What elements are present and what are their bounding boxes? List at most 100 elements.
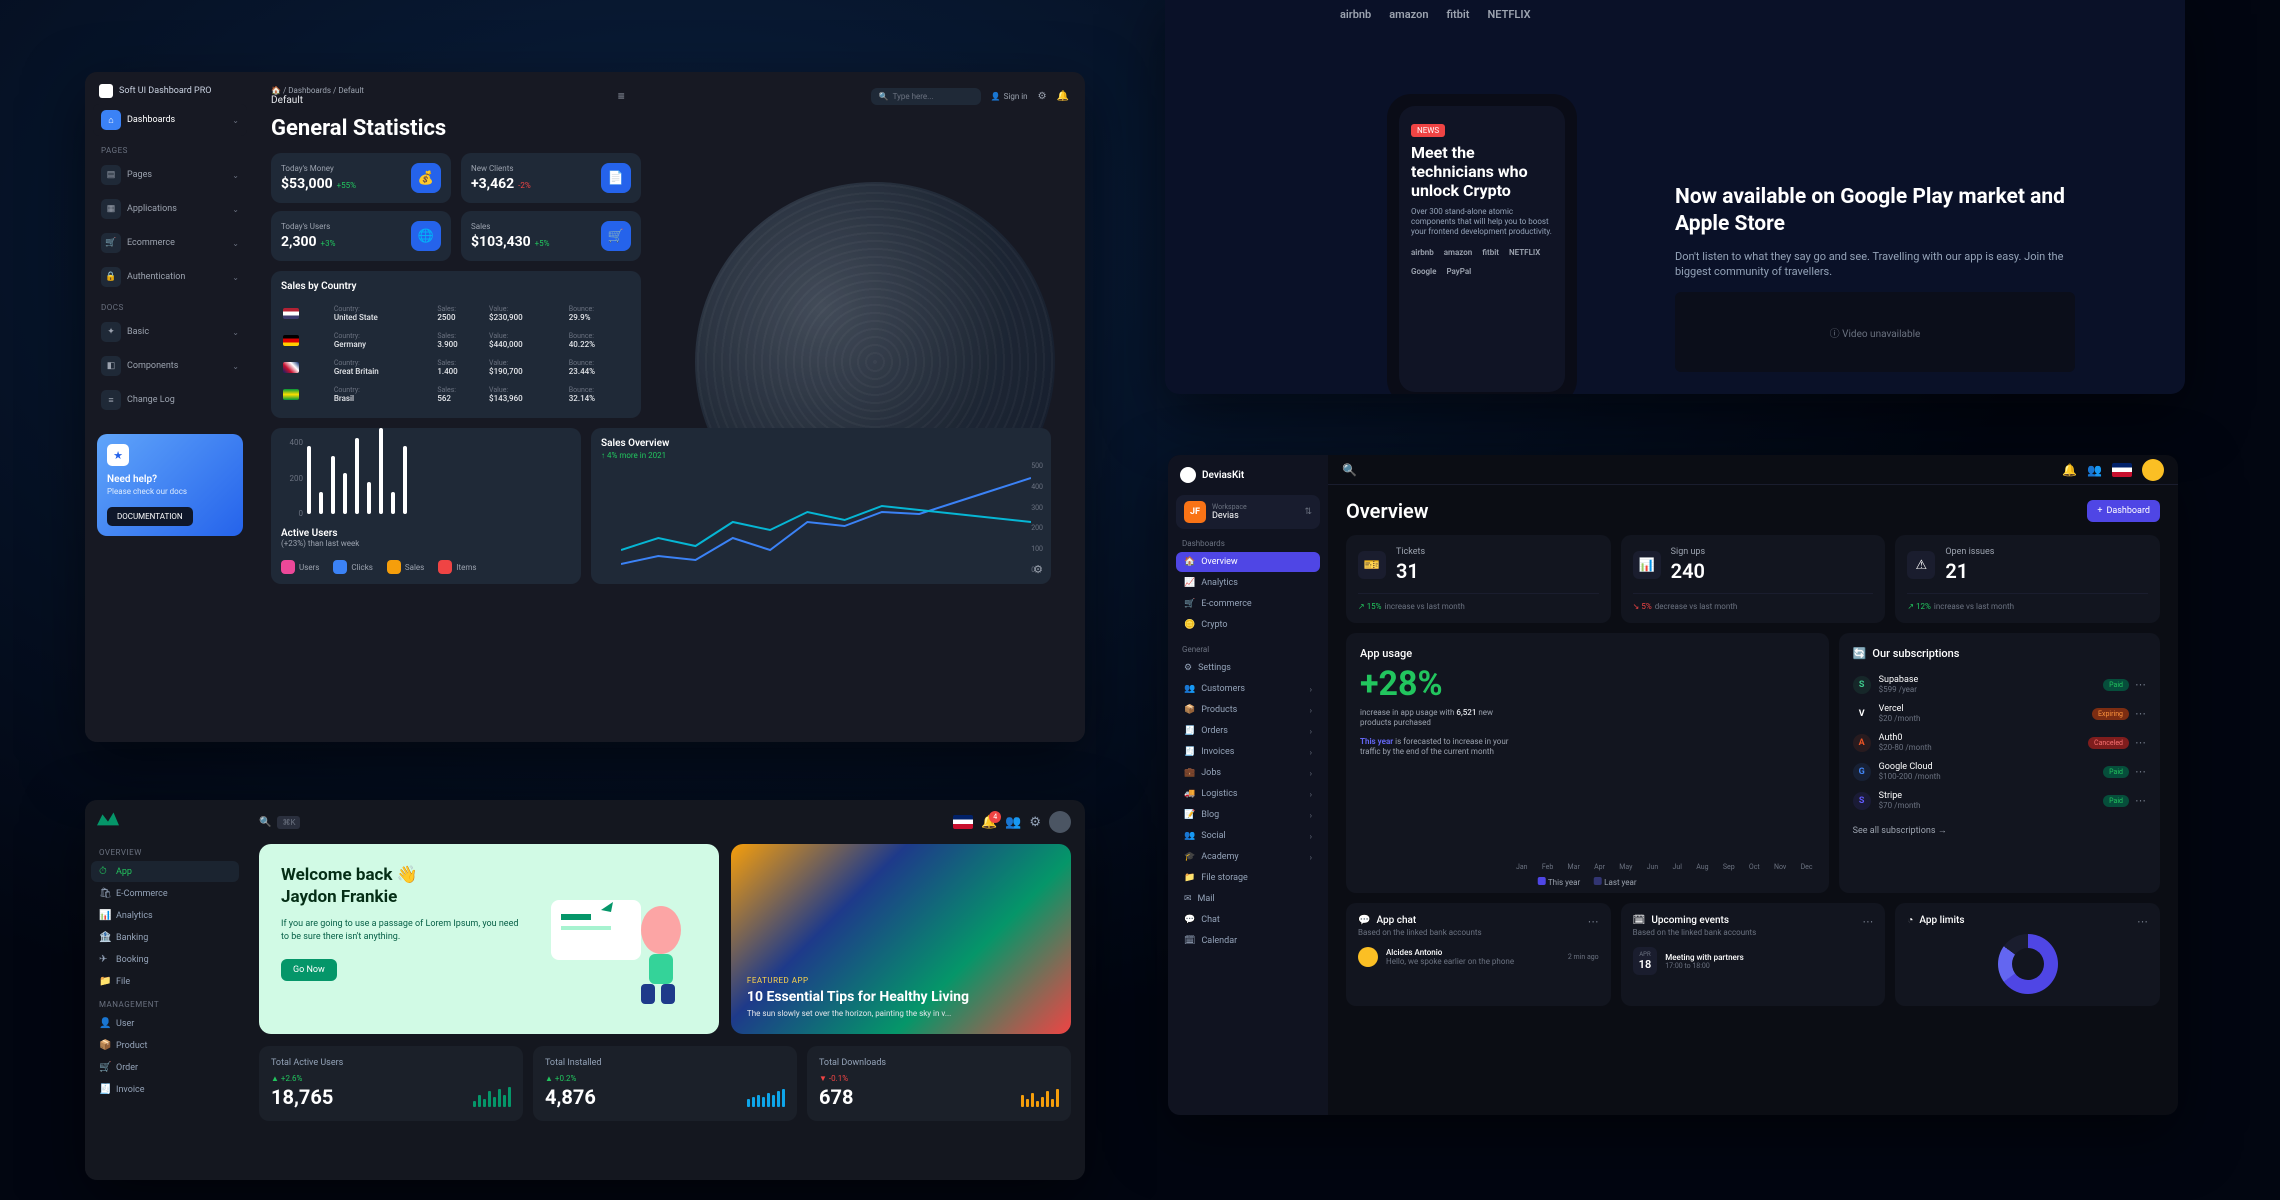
- sidebar-item-calendar[interactable]: 🗓Calendar: [1176, 931, 1320, 951]
- chart-settings-icon[interactable]: ⚙: [1033, 563, 1043, 576]
- receipt-icon: 🧾: [99, 1084, 110, 1095]
- contacts-icon[interactable]: 👥: [1005, 815, 1021, 830]
- sidebar-item-invoices[interactable]: 🧾Invoices›: [1176, 742, 1320, 762]
- money-icon: 💰: [411, 163, 441, 193]
- nav-icon: 🧾: [1184, 726, 1195, 736]
- search-input[interactable]: 🔍Type here...: [871, 88, 981, 105]
- sidebar-item-social[interactable]: 👥Social›: [1176, 826, 1320, 846]
- signin-link[interactable]: 👤Sign in: [991, 92, 1028, 101]
- gear-icon[interactable]: ⚙: [1038, 91, 1047, 102]
- sidebar-item-order[interactable]: 🛒Order: [91, 1057, 239, 1078]
- chevron-right-icon: ›: [1310, 853, 1312, 862]
- sidebar-item-product[interactable]: 📦Product: [91, 1035, 239, 1056]
- usage-pct: +28%: [1360, 664, 1510, 704]
- sidebar-item-file-storage[interactable]: 📁File storage: [1176, 868, 1320, 888]
- active-users-chart: 4002000: [281, 438, 571, 518]
- soft-ui-dashboard-window: Soft UI Dashboard PRO ⌂Dashboards ⌄ PAGE…: [85, 72, 1085, 742]
- sidebar-item-components[interactable]: ◧Components⌄: [93, 350, 247, 382]
- chart-bar-column: [1792, 855, 1813, 857]
- go-now-button[interactable]: Go Now: [281, 959, 337, 981]
- sidebar-item-invoice[interactable]: 🧾Invoice: [91, 1079, 239, 1100]
- locale-flag-icon[interactable]: [2112, 463, 2132, 477]
- sidebar-item-analytics[interactable]: 📊Analytics: [91, 905, 239, 926]
- sidebar-item-booking[interactable]: ✈Booking: [91, 949, 239, 970]
- search-icon: 🔍: [259, 817, 271, 828]
- notifications-icon[interactable]: 🔔4: [981, 815, 997, 830]
- more-icon[interactable]: ⋯: [1588, 915, 1599, 928]
- sidebar-item-app[interactable]: ⏱App: [91, 861, 239, 882]
- chart-bar: [403, 446, 407, 514]
- sidebar-item-ecommerce[interactable]: 🛒Ecommerce⌄: [93, 227, 247, 259]
- kpi-card: 📊Sign ups240 ↘ 5%decrease vs last month: [1621, 535, 1886, 623]
- sidebar: OVERVIEW ⏱App 🛍E-Commerce 📊Analytics 🏦Ba…: [85, 800, 245, 1180]
- search-input[interactable]: 🔍⌘K: [259, 816, 300, 829]
- user-icon: 👤: [99, 1018, 110, 1029]
- more-icon[interactable]: ⋯: [2135, 678, 2146, 691]
- sidebar-item-authentication[interactable]: 🔒Authentication⌄: [93, 261, 247, 293]
- more-icon[interactable]: ⋯: [2135, 736, 2146, 749]
- more-icon[interactable]: ⋯: [1862, 915, 1873, 928]
- documentation-button[interactable]: DOCUMENTATION: [107, 507, 193, 526]
- sidebar-item-jobs[interactable]: 💼Jobs›: [1176, 763, 1320, 783]
- sidebar-item-academy[interactable]: 🎓Academy›: [1176, 847, 1320, 867]
- sidebar-item-ecommerce[interactable]: 🛍E-Commerce: [91, 883, 239, 904]
- sidebar-item-applications[interactable]: ▦Applications⌄: [93, 193, 247, 225]
- sidebar-item-banking[interactable]: 🏦Banking: [91, 927, 239, 948]
- sidebar-item-file[interactable]: 📁File: [91, 971, 239, 992]
- menu-toggle-icon[interactable]: ≡: [618, 89, 625, 103]
- stat-card: Total Installed ▲ +0.2% 4,876: [533, 1046, 797, 1121]
- breadcrumb[interactable]: 🏠 / Dashboards / Default: [271, 86, 364, 95]
- sidebar-item-blog[interactable]: 📝Blog›: [1176, 805, 1320, 825]
- event-item[interactable]: APR18 Meeting with partners17:00 to 18:0…: [1633, 947, 1874, 975]
- sidebar-item-overview[interactable]: 🏠Overview: [1176, 552, 1320, 572]
- stat-todays-users: Today's Users2,300 +3% 🌐: [271, 211, 451, 261]
- nav-icon: 💼: [1184, 768, 1195, 778]
- brand-icon: [1180, 467, 1196, 483]
- featured-card[interactable]: FEATURED APP 10 Essential Tips for Healt…: [731, 844, 1071, 1034]
- chart-bar-column: [1717, 855, 1738, 857]
- chat-message[interactable]: Alcides AntonioHello, we spoke earlier o…: [1358, 947, 1599, 967]
- sidebar-item-crypto[interactable]: 🪙Crypto: [1176, 615, 1320, 635]
- sidebar-item-pages[interactable]: ▤Pages⌄: [93, 159, 247, 191]
- avatar[interactable]: [2142, 459, 2164, 481]
- settings-icon[interactable]: ⚙: [1029, 815, 1041, 830]
- welcome-illustration: [521, 870, 701, 1010]
- star-icon: ★: [107, 444, 129, 466]
- bell-icon[interactable]: 🔔: [1057, 91, 1069, 102]
- more-icon[interactable]: ⋯: [2135, 707, 2146, 720]
- sidebar-item-analytics[interactable]: 📈Analytics: [1176, 573, 1320, 593]
- table-row: Country:Great Britain Sales:1.400 Value:…: [281, 354, 631, 381]
- help-title: Need help?: [107, 474, 233, 485]
- table-row: Country:Brasil Sales:562 Value:$143,960 …: [281, 381, 631, 408]
- workspace-switcher[interactable]: JF WorkspaceDevias ⇅: [1176, 495, 1320, 529]
- sidebar-item-chat[interactable]: 💬Chat: [1176, 910, 1320, 930]
- users-icon[interactable]: 👥: [2087, 463, 2102, 477]
- sidebar-item-products[interactable]: 📦Products›: [1176, 700, 1320, 720]
- phone-headline: Meet the technicians who unlock Crypto: [1411, 143, 1553, 201]
- see-all-link[interactable]: See all subscriptions →: [1853, 825, 1947, 836]
- locale-flag-icon[interactable]: [953, 815, 973, 829]
- more-icon[interactable]: ⋯: [2137, 915, 2148, 928]
- sidebar-item-orders[interactable]: 🧾Orders›: [1176, 721, 1320, 741]
- search-icon[interactable]: 🔍: [1342, 463, 1357, 477]
- sidebar-item-user[interactable]: 👤User: [91, 1013, 239, 1034]
- more-icon[interactable]: ⋯: [2135, 794, 2146, 807]
- nav-icon: 🧾: [1184, 747, 1195, 757]
- video-unavailable: ⓘ Video unavailable: [1675, 292, 2075, 372]
- app-chat-card: 💬App chatBased on the linked bank accoun…: [1346, 903, 1611, 1006]
- devias-dashboard-window: DeviasKit JF WorkspaceDevias ⇅ Dashboard…: [1168, 455, 2178, 1115]
- sidebar-item-customers[interactable]: 👥Customers›: [1176, 679, 1320, 699]
- more-icon[interactable]: ⋯: [2135, 765, 2146, 778]
- add-dashboard-button[interactable]: +Dashboard: [2087, 500, 2160, 522]
- sidebar-item-mail[interactable]: ✉Mail: [1176, 889, 1320, 909]
- sidebar-item-logistics[interactable]: 🚚Logistics›: [1176, 784, 1320, 804]
- sidebar-item-settings[interactable]: ⚙Settings: [1176, 658, 1320, 678]
- sidebar-item-dashboards[interactable]: ⌂Dashboards ⌄: [93, 104, 247, 136]
- sidebar-item-changelog[interactable]: ≡Change Log: [93, 384, 247, 416]
- bell-icon[interactable]: 🔔: [2062, 463, 2077, 477]
- rocket-icon: ✦: [101, 322, 121, 342]
- chart-bar-column: [1566, 855, 1587, 857]
- sidebar-item-ecommerce[interactable]: 🛒E-commerce: [1176, 594, 1320, 614]
- avatar[interactable]: [1049, 811, 1071, 833]
- sidebar-item-basic[interactable]: ✦Basic⌄: [93, 316, 247, 348]
